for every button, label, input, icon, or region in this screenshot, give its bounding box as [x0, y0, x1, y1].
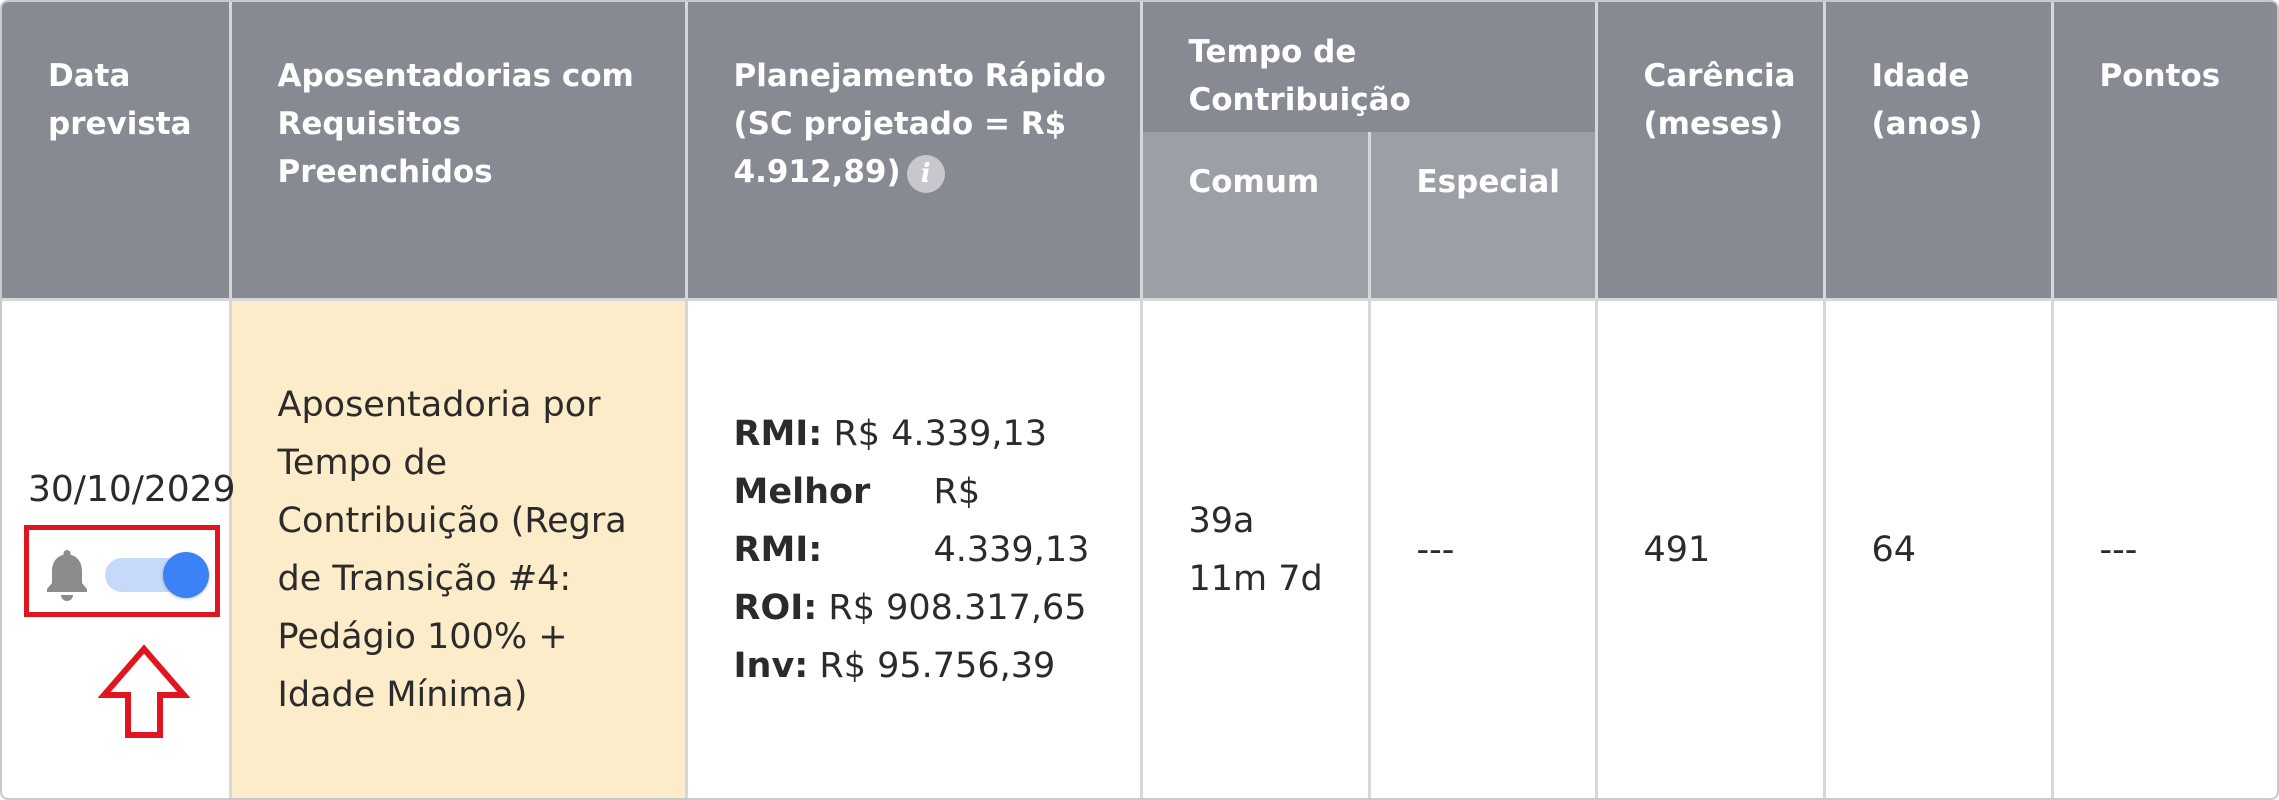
header-tempo-contribuicao: Tempo de Contribuição: [1139, 2, 1598, 132]
melhor-rmi-label-1: Melhor: [733, 471, 871, 512]
cell-pontos: ---: [2050, 298, 2277, 798]
header-comum: Comum: [1139, 132, 1371, 300]
tempo-comum-months-days: 11m 7d: [1188, 558, 1323, 599]
info-icon[interactable]: i: [906, 154, 945, 193]
cell-tempo-comum: 39a 11m 7d: [1139, 298, 1371, 798]
rmi-value: R$ 4.339,13: [833, 413, 1048, 454]
roi-value: R$ 908.317,65: [828, 587, 1087, 628]
retirement-table: Data prevista Aposentadorias com Requisi…: [2, 2, 2277, 798]
cell-idade: 64: [1822, 298, 2054, 798]
predicted-date: 30/10/2029: [28, 468, 236, 510]
highlight-box: [24, 524, 220, 617]
tempo-comum-years: 39a: [1188, 500, 1255, 541]
inv-line: Inv: R$ 95.756,39: [734, 637, 1120, 695]
bell-icon: [47, 549, 87, 601]
melhor-rmi-line: Melhor R$ RMI: 4.339,13: [734, 463, 1120, 579]
alert-toggle-knob: [163, 551, 209, 598]
inv-label: Inv:: [733, 645, 809, 686]
rmi-line: RMI: R$ 4.339,13: [734, 405, 1120, 463]
retirement-table-frame: Data prevista Aposentadorias com Requisi…: [0, 0, 2279, 800]
header-idade: Idade (anos): [1822, 2, 2054, 300]
roi-line: ROI: R$ 908.317,65: [734, 579, 1120, 637]
melhor-rmi-value-1: R$: [933, 471, 981, 512]
header-aposentadorias: Aposentadorias com Requisitos Preenchido…: [228, 2, 688, 300]
melhor-rmi-value-2: 4.339,13: [933, 529, 1090, 570]
up-arrow-icon: [98, 643, 190, 738]
table-row: 30/10/2029 Aposentadoria por Tempo de Co…: [2, 298, 2277, 798]
alert-control: [24, 519, 220, 738]
inv-value: R$ 95.756,39: [819, 645, 1056, 686]
cell-carencia: 491: [1594, 298, 1826, 798]
alert-toggle[interactable]: [105, 551, 209, 598]
cell-data-prevista: 30/10/2029: [2, 298, 236, 798]
cell-planejamento: RMI: R$ 4.339,13 Melhor R$ RMI: 4.339,13…: [684, 298, 1143, 798]
header-pontos: Pontos: [2050, 2, 2277, 300]
rmi-label: RMI:: [733, 413, 823, 454]
header-carencia: Carência (meses): [1594, 2, 1826, 300]
cell-aposentadoria: Aposentadoria por Tempo de Contribuição …: [228, 298, 688, 798]
melhor-rmi-label-2: RMI:: [733, 529, 823, 570]
header-planejamento: Planejamento Rápido (SC projetado = R$ 4…: [684, 2, 1143, 300]
header-data-prevista: Data prevista: [2, 2, 232, 300]
cell-tempo-especial: ---: [1367, 298, 1598, 798]
header-especial: Especial: [1367, 132, 1598, 300]
roi-label: ROI:: [733, 587, 818, 628]
